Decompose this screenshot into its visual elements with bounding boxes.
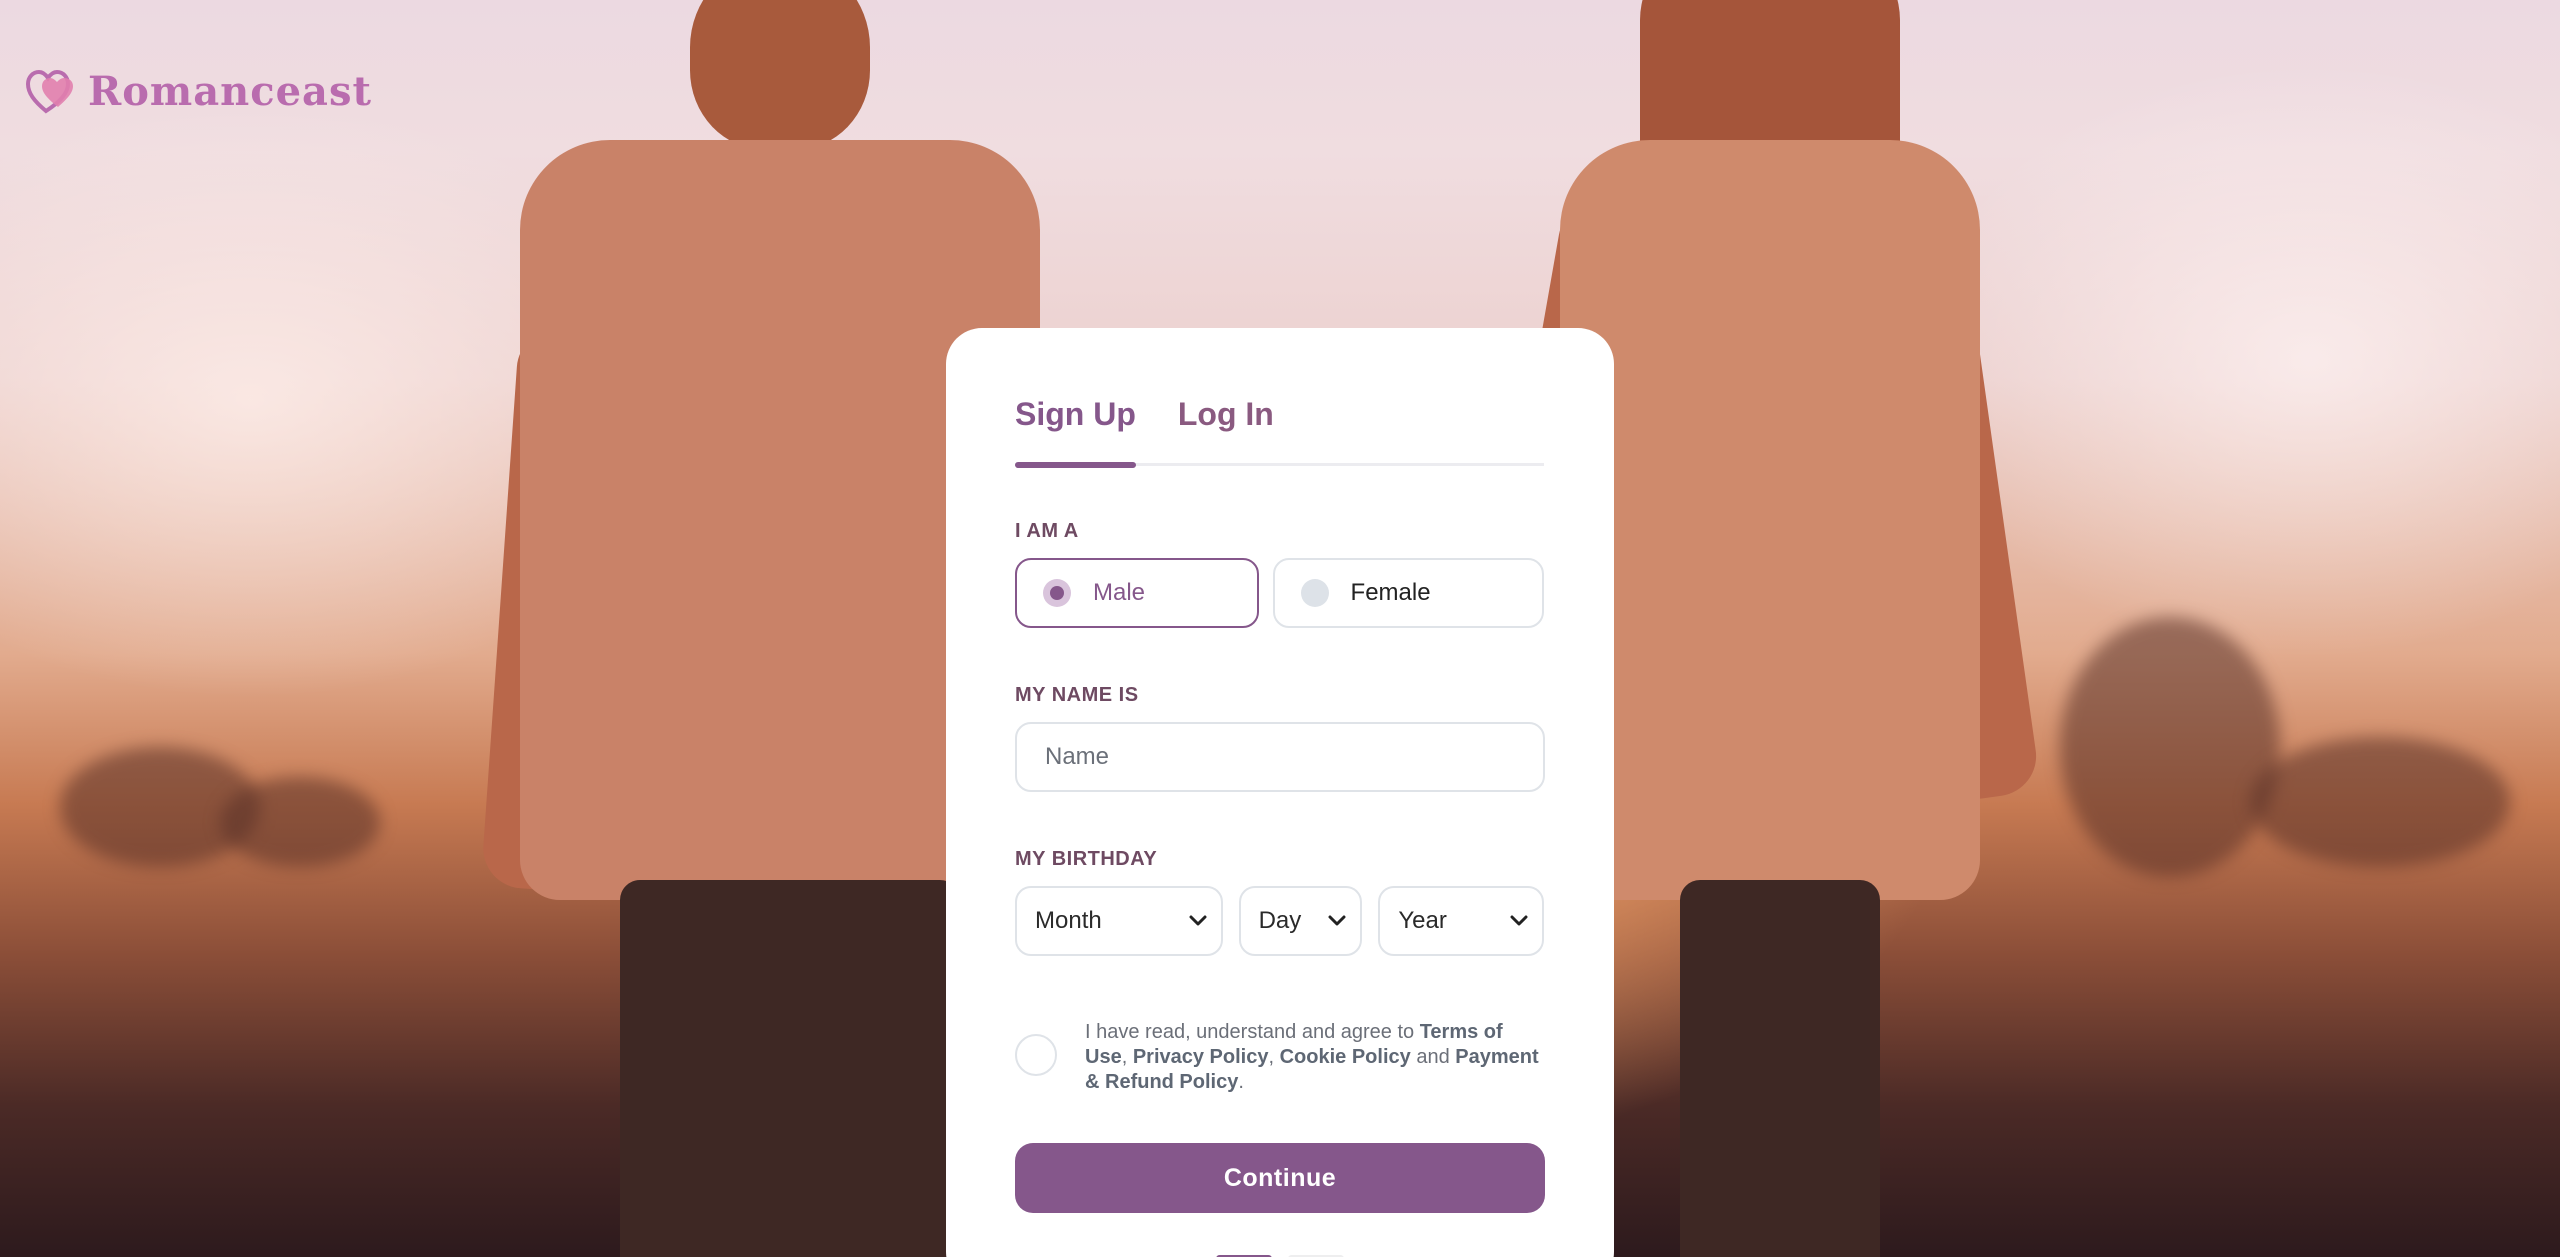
radio-unselected-icon — [1300, 579, 1329, 607]
month-select-value: Month — [1035, 907, 1102, 934]
day-select-value: Day — [1258, 907, 1302, 934]
day-select[interactable]: Day — [1238, 886, 1363, 956]
name-input[interactable] — [1015, 722, 1545, 792]
year-select-value: Year — [1398, 907, 1447, 934]
gender-option-label: Male — [1093, 579, 1146, 606]
double-heart-icon — [25, 69, 78, 115]
privacy-link[interactable]: Privacy Policy — [1133, 1046, 1269, 1068]
tab-log-in[interactable]: Log In — [1178, 368, 1274, 463]
gender-option-male[interactable]: Male — [1015, 558, 1259, 628]
continue-button[interactable]: Continue — [1015, 1143, 1545, 1213]
month-select[interactable]: Month — [1015, 886, 1223, 956]
birthday-selects: Month Day Year — [1015, 886, 1545, 956]
gender-label: I AM A — [1015, 520, 1079, 542]
chevron-down-icon — [1189, 915, 1207, 926]
auth-tabs: Sign Up Log In — [1015, 368, 1544, 468]
agreement-separator: , — [1121, 1046, 1133, 1068]
chevron-down-icon — [1510, 915, 1528, 926]
agreement-suffix: . — [1238, 1071, 1244, 1093]
birthday-label: MY BIRTHDAY — [1015, 848, 1158, 870]
brand-name: Romanceast — [88, 68, 372, 115]
brand-logo[interactable]: Romanceast — [25, 68, 372, 115]
gender-option-female[interactable]: Female — [1272, 558, 1544, 628]
agreement-text: I have read, understand and agree to Ter… — [1085, 1020, 1544, 1095]
agreement-row: I have read, understand and agree to Ter… — [1015, 1020, 1544, 1095]
chevron-down-icon — [1328, 915, 1346, 926]
tab-sign-up[interactable]: Sign Up — [1015, 368, 1136, 468]
name-label: MY NAME IS — [1015, 684, 1139, 706]
auth-card: Sign Up Log In I AM A Male Female MY NAM… — [946, 328, 1614, 1257]
agreement-checkbox[interactable] — [1015, 1034, 1057, 1076]
agreement-separator: and — [1410, 1046, 1456, 1068]
cookie-link[interactable]: Cookie Policy — [1280, 1046, 1411, 1068]
agreement-separator: , — [1268, 1046, 1280, 1068]
gender-options: Male Female — [1015, 558, 1544, 628]
gender-option-label: Female — [1350, 579, 1431, 606]
year-select[interactable]: Year — [1378, 886, 1545, 956]
agreement-prefix: I have read, understand and agree to — [1085, 1021, 1420, 1043]
radio-selected-icon — [1043, 579, 1071, 607]
